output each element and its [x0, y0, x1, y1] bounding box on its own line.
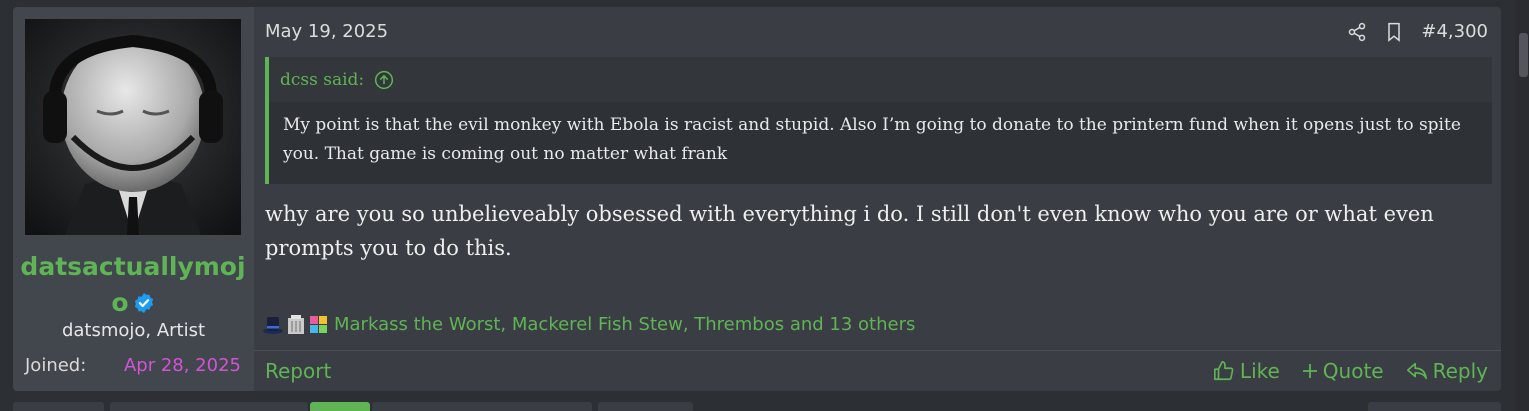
post-date[interactable]: May 19, 2025: [265, 21, 388, 42]
joined-date: Apr 28, 2025: [123, 355, 241, 376]
scrollbar-thumb[interactable]: [1519, 33, 1528, 77]
quote-block: dcss said: My point is that the evil mon…: [265, 57, 1492, 184]
bookmark-icon[interactable]: [1385, 22, 1403, 42]
joined-label: Joined:: [25, 355, 87, 376]
thumbs-up-icon: [1213, 361, 1234, 381]
reply-button[interactable]: Reply: [1406, 359, 1488, 383]
verified-badge-icon: [133, 288, 155, 314]
next-post-edge: [110, 402, 308, 411]
post-main: May 19, 2025 #4,300 dcss said: My point …: [254, 7, 1501, 391]
post-actions: #4,300: [1347, 21, 1488, 42]
avatar[interactable]: [25, 19, 241, 235]
arrow-up-circle-icon[interactable]: [374, 70, 394, 90]
next-post-edge: [13, 402, 104, 411]
like-label: Like: [1239, 359, 1280, 383]
next-post-edge: [598, 402, 693, 411]
quote-text: My point is that the evil monkey with Eb…: [269, 102, 1492, 184]
scrollbar-track[interactable]: [1515, 0, 1529, 411]
reactions-bar[interactable]: Markass the Worst, Mackerel Fish Stew, T…: [262, 312, 915, 336]
forum-post: datsactuallymojo datsmojo, Artist Joined…: [13, 7, 1501, 391]
reply-label: Reply: [1432, 359, 1488, 383]
quote-header[interactable]: dcss said:: [269, 57, 1492, 102]
post-footer: Report Like Quote Reply: [254, 350, 1501, 392]
footer-actions: Like Quote Reply: [1213, 359, 1488, 383]
next-post-edge-active: [310, 402, 370, 411]
top-hat-icon[interactable]: [262, 312, 284, 336]
user-sidebar: datsactuallymojo datsmojo, Artist Joined…: [13, 7, 254, 391]
next-post-edge: [1368, 402, 1501, 411]
username[interactable]: datsactuallymojo: [19, 249, 247, 321]
avatar-image: [25, 19, 241, 235]
post-number[interactable]: #4,300: [1421, 21, 1488, 42]
next-post-edge: [372, 402, 592, 411]
quote-button[interactable]: Quote: [1302, 359, 1384, 383]
reply-icon: [1406, 362, 1427, 380]
like-button[interactable]: Like: [1213, 359, 1280, 383]
share-icon[interactable]: [1347, 22, 1367, 42]
quote-label: Quote: [1322, 359, 1384, 383]
post-message: why are you so unbelieveably obsessed wi…: [265, 202, 1434, 260]
puzzle-icon[interactable]: [308, 312, 330, 336]
user-title: datsmojo, Artist: [61, 320, 206, 341]
report-link[interactable]: Report: [265, 359, 331, 383]
statue-icon[interactable]: [285, 312, 307, 336]
plus-icon: [1302, 364, 1317, 378]
quote-author[interactable]: dcss said:: [280, 70, 364, 90]
reactions-text[interactable]: Markass the Worst, Mackerel Fish Stew, T…: [334, 314, 915, 335]
